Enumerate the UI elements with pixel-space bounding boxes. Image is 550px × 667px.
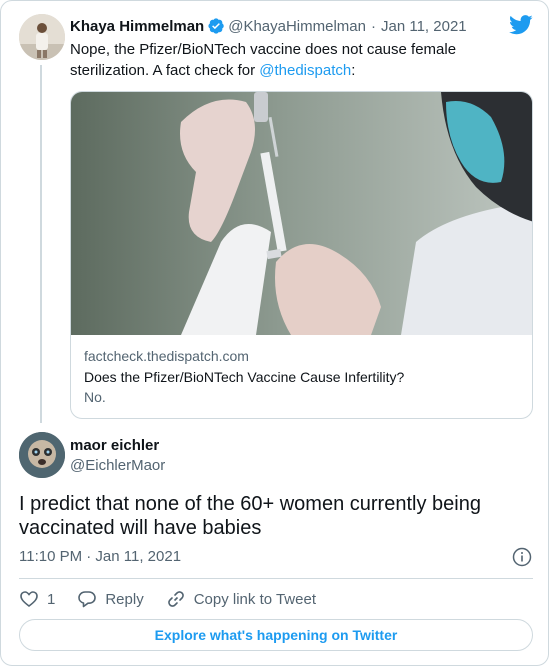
verified-badge-icon	[208, 18, 224, 34]
separator-dot: ·	[371, 17, 376, 35]
embedded-tweet-card: Khaya Himmelman @KhayaHimmelman · Jan 11…	[0, 0, 549, 666]
mention-link[interactable]: @thedispatch	[259, 62, 351, 79]
reply-author-handle[interactable]: @EichlerMaor	[70, 457, 165, 474]
reply-button[interactable]: Reply	[77, 589, 144, 609]
tweet-text: Nope, the Pfizer/BioNTech vaccine does n…	[70, 39, 510, 81]
copy-link-button[interactable]: Copy link to Tweet	[166, 589, 316, 609]
reply-timestamp[interactable]: 11:10 PM · Jan 11, 2021	[19, 548, 181, 565]
reply-text: I predict that none of the 60+ women cur…	[19, 493, 481, 539]
reply-author-name[interactable]: maor eichler	[70, 437, 159, 454]
tweet-text-end: :	[351, 62, 356, 79]
reply-author-avatar[interactable]	[19, 432, 65, 478]
link-title: Does the Pfizer/BioNTech Vaccine Cause I…	[84, 369, 405, 385]
copy-link-label: Copy link to Tweet	[193, 590, 316, 608]
link-domain: factcheck.thedispatch.com	[84, 348, 249, 364]
link-icon	[167, 591, 184, 607]
like-count: 1	[47, 590, 56, 608]
tweet-date[interactable]: Jan 11, 2021	[381, 18, 467, 35]
author-name[interactable]: Khaya Himmelman	[70, 18, 204, 35]
reply-label: Reply	[105, 590, 144, 608]
reply-bubble-icon	[78, 591, 97, 608]
explore-button[interactable]: Explore what's happening on Twitter	[19, 619, 533, 651]
info-icon[interactable]	[512, 547, 532, 567]
thread-connector-line	[40, 65, 42, 423]
like-button[interactable]: 1	[19, 589, 55, 609]
author-avatar[interactable]	[19, 14, 65, 60]
divider	[19, 578, 533, 579]
heart-icon	[20, 591, 38, 608]
tweet-actions: 1 Reply Copy link to Tweet	[19, 589, 338, 609]
link-preview-card[interactable]: factcheck.thedispatch.com Does the Pfize…	[70, 91, 533, 419]
article-image	[71, 92, 532, 335]
author-handle[interactable]: @KhayaHimmelman	[228, 18, 366, 35]
tweet-header: Khaya Himmelman @KhayaHimmelman · Jan 11…	[70, 16, 467, 36]
link-description: No.	[84, 389, 106, 405]
twitter-logo-icon[interactable]	[509, 15, 533, 35]
